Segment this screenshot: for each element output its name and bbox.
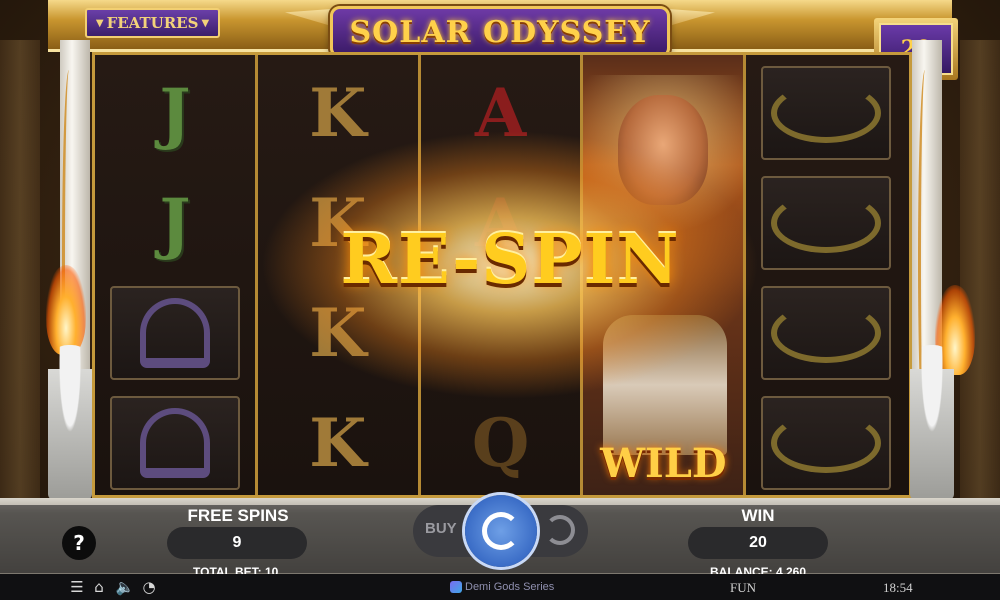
spin-icon [482, 512, 520, 550]
laurel-wreath-icon [771, 83, 882, 143]
laurel-wreath-icon [771, 413, 882, 473]
spin-button[interactable] [465, 495, 537, 567]
card-symbol-j: J [105, 173, 245, 273]
win-label: WIN [741, 506, 775, 525]
symbol-letter: J [159, 184, 191, 262]
series-name: Demi Gods Series [465, 581, 555, 593]
statue-left [48, 345, 92, 500]
help-button[interactable]: ? [62, 526, 96, 560]
wild-label: WILD [600, 440, 727, 487]
statue-right [910, 345, 954, 500]
charioteer-figure [603, 315, 728, 455]
buy-button[interactable]: BUY [425, 520, 457, 537]
sound-icon[interactable]: 🔈 [116, 578, 135, 596]
harp-icon [140, 408, 210, 478]
symbol-frame [761, 66, 892, 160]
harp-symbol [105, 283, 245, 383]
harp-symbol [105, 393, 245, 493]
symbol-frame [761, 286, 892, 380]
help-icon: ? [73, 531, 85, 555]
symbol-letter: A [474, 74, 527, 152]
card-symbol-k: K [268, 393, 408, 493]
card-symbol-j: J [105, 63, 245, 163]
laurel-wreath-icon [771, 193, 882, 253]
symbol-frame [110, 396, 240, 490]
features-button[interactable]: ▼ FEATURES ▼ [85, 8, 220, 38]
card-symbol-k: K [268, 63, 408, 163]
card-symbol-q: Q [431, 393, 571, 493]
turbo-icon[interactable]: ◔ [140, 578, 158, 596]
laurel-symbol [756, 283, 896, 383]
chevron-down-icon: ▼ [95, 17, 104, 29]
symbol-letter: Q [471, 404, 530, 482]
play-mode: FUN [730, 580, 757, 595]
laurel-symbol [756, 173, 896, 273]
autoplay-button[interactable] [545, 515, 575, 545]
game-title: SOLAR ODYSSEY [349, 14, 651, 50]
free-spins-label: FREE SPINS [187, 506, 289, 525]
game-logo: SOLAR ODYSSEY [330, 6, 670, 58]
card-symbol-a: A [431, 63, 571, 163]
torch-flame-left [46, 265, 86, 355]
free-spins-value: 9 [167, 527, 307, 559]
laurel-symbol [756, 63, 896, 163]
series-logo-icon [450, 581, 462, 593]
clock: 18:54 [883, 580, 913, 595]
home-icon[interactable]: ⌂ [90, 578, 108, 596]
symbol-frame [761, 396, 892, 490]
harp-icon [140, 298, 210, 368]
symbol-frame [110, 286, 240, 380]
background-column-left [0, 40, 40, 500]
symbol-letter: K [309, 404, 367, 482]
win-value: 20 [688, 527, 828, 559]
symbol-letter: J [159, 74, 191, 152]
chevron-down-icon: ▼ [201, 17, 210, 29]
symbol-frame [761, 176, 892, 270]
series-badge: Demi Gods Series [450, 581, 554, 593]
reel-5 [746, 55, 909, 495]
game-stage: ▼ FEATURES ▼ SOLAR ODYSSEY 20 JJ KKKK AA… [0, 0, 1000, 600]
sun-god-portrait [618, 95, 709, 205]
symbol-letter: K [309, 294, 367, 372]
reel-1: JJ [95, 55, 258, 495]
background-column-right [960, 40, 1000, 500]
symbol-letter: K [309, 74, 367, 152]
laurel-symbol [756, 393, 896, 493]
features-label: FEATURES [106, 14, 199, 32]
menu-icon[interactable]: ☰ [68, 578, 86, 596]
laurel-wreath-icon [771, 303, 882, 363]
respin-banner: RE-SPIN [340, 220, 680, 300]
